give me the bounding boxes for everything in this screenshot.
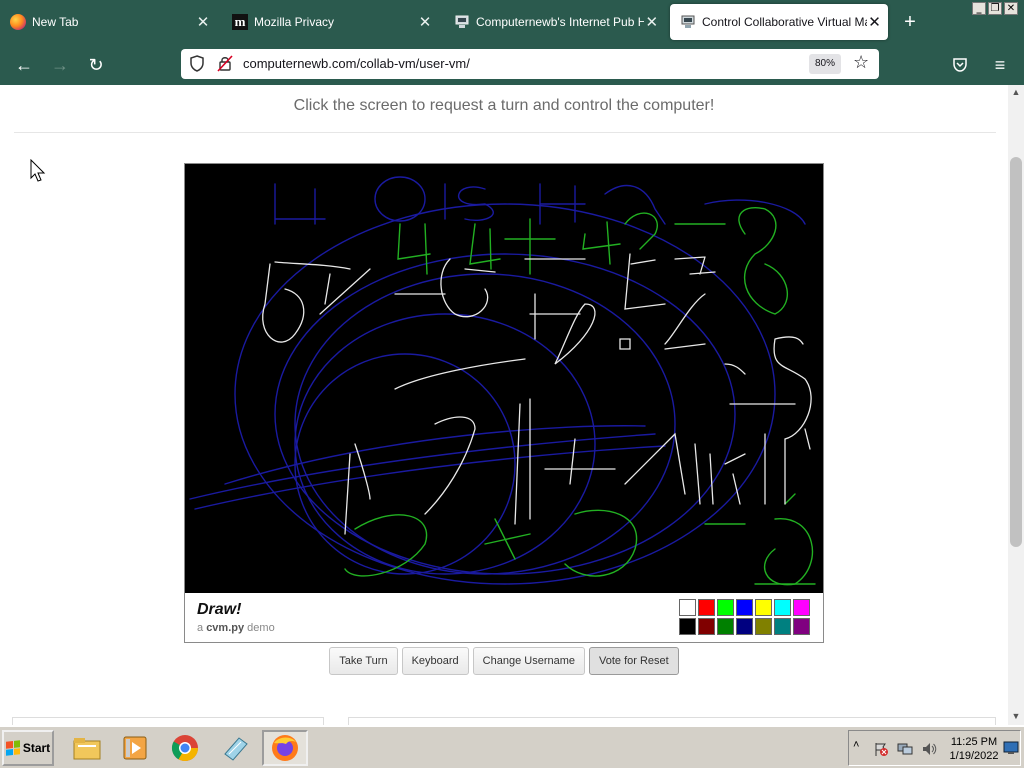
color-swatch[interactable] bbox=[679, 599, 696, 616]
navigation-bar: ← → ↻ computernewb.com/collab-vm/user-vm… bbox=[0, 44, 1024, 85]
close-tab-icon[interactable]: ✕ bbox=[416, 13, 434, 31]
pocket-icon[interactable] bbox=[951, 56, 969, 74]
change-username-button[interactable]: Change Username bbox=[472, 647, 586, 675]
color-palette bbox=[679, 599, 813, 637]
keyboard-button[interactable]: Keyboard bbox=[401, 647, 469, 675]
bookmark-star-icon[interactable]: ☆ bbox=[853, 52, 869, 73]
color-swatch[interactable] bbox=[736, 599, 753, 616]
page-scrollbar[interactable]: ▲ ▼ bbox=[1008, 85, 1024, 725]
system-tray: ˄ 11:25 PM 1/19/2022 bbox=[848, 730, 1021, 766]
vm-display[interactable]: Draw! a cvm.py demo bbox=[184, 163, 824, 643]
draw-toolbar: Draw! a cvm.py demo bbox=[185, 593, 823, 642]
vote-for-reset-button[interactable]: Vote for Reset bbox=[589, 647, 679, 675]
system-clock[interactable]: 11:25 PM 1/19/2022 bbox=[949, 735, 999, 763]
start-button[interactable]: Start bbox=[2, 730, 54, 766]
panel-edge-right bbox=[348, 717, 996, 725]
firefox-icon[interactable] bbox=[262, 730, 308, 766]
computer-icon bbox=[681, 15, 695, 28]
panel-edge-left bbox=[12, 717, 324, 725]
tab-title: New Tab bbox=[32, 15, 79, 29]
tab-strip: New Tab ✕ m Mozilla Privacy ✕ Computerne… bbox=[0, 0, 1024, 44]
tab-title: Mozilla Privacy bbox=[254, 15, 335, 29]
close-tab-icon[interactable]: ✕ bbox=[867, 13, 882, 31]
divider bbox=[14, 132, 996, 133]
tracking-protection-shield-icon[interactable] bbox=[189, 55, 205, 72]
tab-collab-vm[interactable]: Control Collaborative Virtual Machine ✕ bbox=[670, 4, 888, 40]
clock-date: 1/19/2022 bbox=[949, 750, 999, 762]
color-swatch[interactable] bbox=[774, 599, 791, 616]
scroll-up-arrow-icon[interactable]: ▲ bbox=[1008, 85, 1024, 99]
color-swatch[interactable] bbox=[717, 618, 734, 635]
show-desktop-icon[interactable] bbox=[1003, 741, 1019, 755]
scroll-down-arrow-icon[interactable]: ▼ bbox=[1008, 709, 1024, 723]
clock-time: 11:25 PM bbox=[950, 736, 998, 748]
scroll-thumb[interactable] bbox=[1010, 157, 1022, 547]
color-swatch[interactable] bbox=[774, 618, 791, 635]
url-text: computernewb.com/collab-vm/user-vm/ bbox=[243, 56, 470, 71]
computer-icon bbox=[455, 15, 469, 28]
color-swatch[interactable] bbox=[793, 618, 810, 635]
volume-icon[interactable] bbox=[921, 741, 937, 757]
color-swatch[interactable] bbox=[755, 599, 772, 616]
media-player-icon[interactable] bbox=[112, 730, 158, 766]
close-tab-icon[interactable]: ✕ bbox=[194, 13, 212, 31]
new-tab-button[interactable]: + bbox=[896, 12, 924, 34]
app-menu-button[interactable]: ≡ bbox=[987, 52, 1013, 78]
restore-button[interactable]: ❐ bbox=[988, 2, 1002, 15]
tab-new-tab[interactable]: New Tab ✕ bbox=[0, 0, 218, 44]
tab-title: Computernewb's Internet Pub Hub bbox=[476, 15, 644, 29]
minimize-button[interactable]: _ bbox=[972, 2, 986, 15]
color-swatch[interactable] bbox=[793, 599, 810, 616]
action-center-flag-icon[interactable] bbox=[873, 741, 889, 757]
turn-instruction-text: Click the screen to request a turn and c… bbox=[293, 97, 715, 114]
take-turn-button[interactable]: Take Turn bbox=[329, 647, 398, 675]
color-swatch[interactable] bbox=[755, 618, 772, 635]
firefox-icon bbox=[10, 14, 26, 30]
notepad-icon[interactable] bbox=[212, 730, 258, 766]
chrome-icon[interactable] bbox=[162, 730, 208, 766]
network-icon[interactable] bbox=[897, 741, 913, 757]
vm-screen-canvas[interactable] bbox=[185, 164, 823, 593]
tab-mozilla-privacy[interactable]: m Mozilla Privacy ✕ bbox=[222, 0, 440, 44]
tab-title: Control Collaborative Virtual Machine bbox=[702, 15, 867, 29]
close-tab-icon[interactable]: ✕ bbox=[644, 13, 660, 31]
color-swatch[interactable] bbox=[679, 618, 696, 635]
show-hidden-icons-chevron-icon[interactable]: ˄ bbox=[853, 739, 859, 751]
close-window-button[interactable]: ✕ bbox=[1004, 2, 1018, 15]
draw-title: Draw! bbox=[197, 601, 242, 618]
forward-button[interactable]: → bbox=[47, 52, 73, 78]
color-swatch[interactable] bbox=[698, 618, 715, 635]
windows-logo-icon bbox=[5, 740, 20, 756]
tab-internet-pub-hub[interactable]: Computernewb's Internet Pub Hub ✕ bbox=[444, 0, 666, 44]
zoom-level-badge[interactable]: 80% bbox=[809, 54, 841, 74]
page-content: Click the screen to request a turn and c… bbox=[0, 85, 1008, 725]
file-explorer-icon[interactable] bbox=[64, 730, 110, 766]
color-swatch[interactable] bbox=[698, 599, 715, 616]
reload-button[interactable]: ↻ bbox=[83, 52, 109, 78]
draw-subtitle: a cvm.py demo bbox=[197, 622, 275, 634]
address-bar[interactable]: computernewb.com/collab-vm/user-vm/ 80% … bbox=[181, 49, 879, 79]
color-swatch[interactable] bbox=[717, 599, 734, 616]
taskbar: Start ˄ 11:25 PM 1/19/2022 bbox=[0, 726, 1024, 768]
mozilla-m-icon: m bbox=[232, 14, 248, 30]
mouse-cursor-icon bbox=[30, 159, 46, 182]
start-label: Start bbox=[22, 741, 51, 755]
back-button[interactable]: ← bbox=[11, 52, 37, 78]
insecure-lock-icon[interactable] bbox=[217, 55, 233, 72]
vm-controls: Take Turn Keyboard Change Username Vote … bbox=[0, 647, 1008, 675]
color-swatch[interactable] bbox=[736, 618, 753, 635]
